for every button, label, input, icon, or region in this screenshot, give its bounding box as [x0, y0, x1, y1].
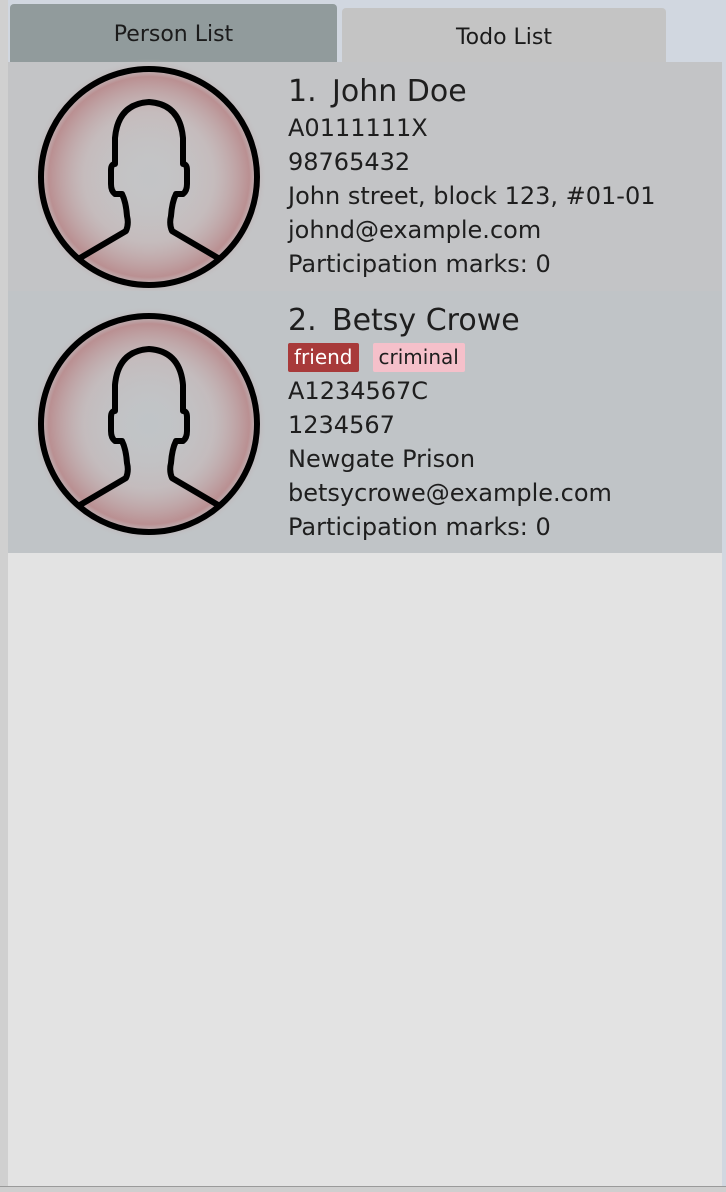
tab-todo-list-label: Todo List [455, 25, 553, 50]
person-index: 1. [288, 74, 317, 109]
person-email: johnd@example.com [288, 216, 542, 244]
tag-friend: friend [288, 342, 359, 372]
person-id: A1234567C [288, 377, 429, 405]
person-list-panel[interactable]: 1. John Doe A0111111X 98765432 John stree… [8, 59, 722, 1186]
person-email: betsycrowe@example.com [288, 479, 612, 507]
window-left-edge [0, 0, 8, 1192]
person-card[interactable]: 1. John Doe A0111111X 98765432 John stree… [8, 59, 722, 295]
person-index: 2. [288, 303, 317, 338]
person-address: John street, block 123, #01-01 [288, 182, 656, 210]
person-info: 2. Betsy Crowe friend criminal A1234567C … [288, 303, 612, 544]
person-name-line: 1. John Doe [288, 74, 656, 110]
avatar-icon [31, 306, 267, 542]
tab-todo-list[interactable]: Todo List [342, 8, 666, 62]
person-info: 1. John Doe A0111111X 98765432 John stree… [288, 74, 656, 281]
person-card[interactable]: 2. Betsy Crowe friend criminal A1234567C … [8, 291, 722, 553]
person-participation: Participation marks: 0 [288, 513, 551, 541]
avatar-icon [31, 59, 267, 295]
window-bottom-edge [0, 1186, 726, 1192]
tab-person-list[interactable]: Person List [10, 4, 337, 62]
person-name: John Doe [332, 74, 467, 109]
person-phone: 1234567 [288, 411, 395, 439]
tag-criminal: criminal [372, 342, 465, 372]
person-phone: 98765432 [288, 148, 411, 176]
person-name: Betsy Crowe [332, 303, 520, 338]
window-right-edge [722, 62, 726, 1192]
person-address: Newgate Prison [288, 445, 476, 473]
person-participation: Participation marks: 0 [288, 250, 551, 278]
person-id: A0111111X [288, 114, 428, 142]
tag-list: friend criminal [288, 340, 612, 374]
tab-person-list-label: Person List [113, 22, 234, 47]
person-name-line: 2. Betsy Crowe [288, 303, 612, 339]
